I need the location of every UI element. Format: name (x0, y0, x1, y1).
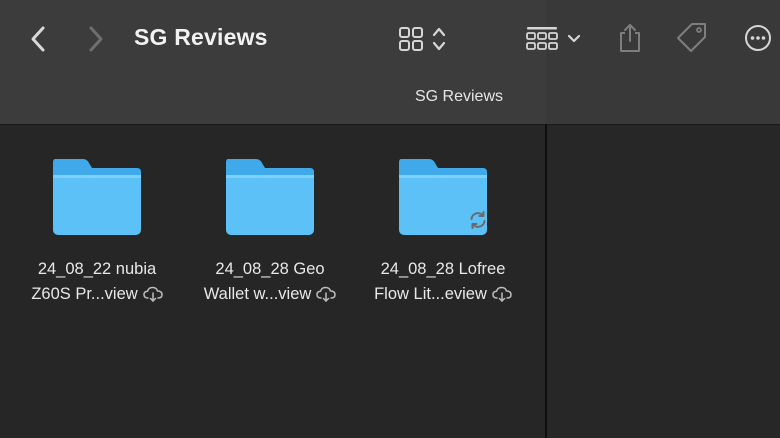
share-icon (620, 24, 640, 52)
folder-item[interactable]: 24_08_22 nubia Z60S Pr...view (12, 155, 182, 307)
path-bar-label: SG Reviews (414, 88, 504, 105)
tag-button[interactable] (674, 20, 708, 56)
folder-name-line2-text: Wallet w...view (203, 285, 312, 303)
finder-window: SG Reviews SG Reviews 24_08_22 nubia Z60… (0, 0, 780, 438)
window-title: SG Reviews (134, 24, 268, 50)
chevron-up-down-icon (432, 27, 446, 51)
folder-icon (49, 155, 145, 237)
share-button[interactable] (613, 20, 647, 56)
grid-view-icon (399, 27, 423, 51)
folder-name-line2: Wallet w...view (204, 282, 337, 307)
cloud-download-icon[interactable] (142, 286, 163, 302)
folder-name: 24_08_22 nubia Z60S Pr...view (31, 257, 163, 307)
cloud-download-icon[interactable] (316, 286, 337, 302)
more-button[interactable] (741, 20, 775, 56)
folder-item[interactable]: 24_08_28 Lofree Flow Lit...eview (358, 155, 528, 307)
view-mode-button[interactable] (398, 24, 458, 54)
group-by-icon (526, 27, 558, 50)
folder-name-line2-text: Flow Lit...eview (374, 285, 487, 303)
cloud-download-icon[interactable] (492, 286, 512, 302)
chevron-right-icon (89, 26, 103, 52)
more-icon (745, 25, 771, 51)
folder-name: 24_08_28 Lofree Flow Lit...eview (374, 257, 512, 307)
chevron-left-icon (31, 26, 45, 52)
group-by-button[interactable] (526, 24, 588, 54)
sync-icon (470, 211, 486, 229)
folder-name-line1: 24_08_28 Lofree (380, 260, 506, 278)
preview-pane (547, 125, 780, 438)
folder-name-line2: Z60S Pr...view (31, 282, 163, 307)
folder-name-line2-text: Z60S Pr...view (31, 285, 138, 303)
toolbar: SG Reviews SG Reviews (0, 0, 780, 125)
folder-name: 24_08_28 Geo Wallet w...view (204, 257, 337, 307)
file-grid: 24_08_22 nubia Z60S Pr...view 24_08_28 G… (0, 125, 546, 438)
chevron-down-icon (567, 34, 581, 43)
back-button[interactable] (22, 22, 56, 56)
folder-name-line2: Flow Lit...eview (374, 282, 512, 307)
folder-item[interactable]: 24_08_28 Geo Wallet w...view (185, 155, 355, 307)
folder-name-line1: 24_08_22 nubia (37, 260, 157, 278)
forward-button[interactable] (78, 22, 112, 56)
tag-icon (677, 23, 706, 52)
folder-icon (395, 155, 491, 237)
folder-name-line1: 24_08_28 Geo (215, 260, 325, 278)
folder-icon (222, 155, 318, 237)
